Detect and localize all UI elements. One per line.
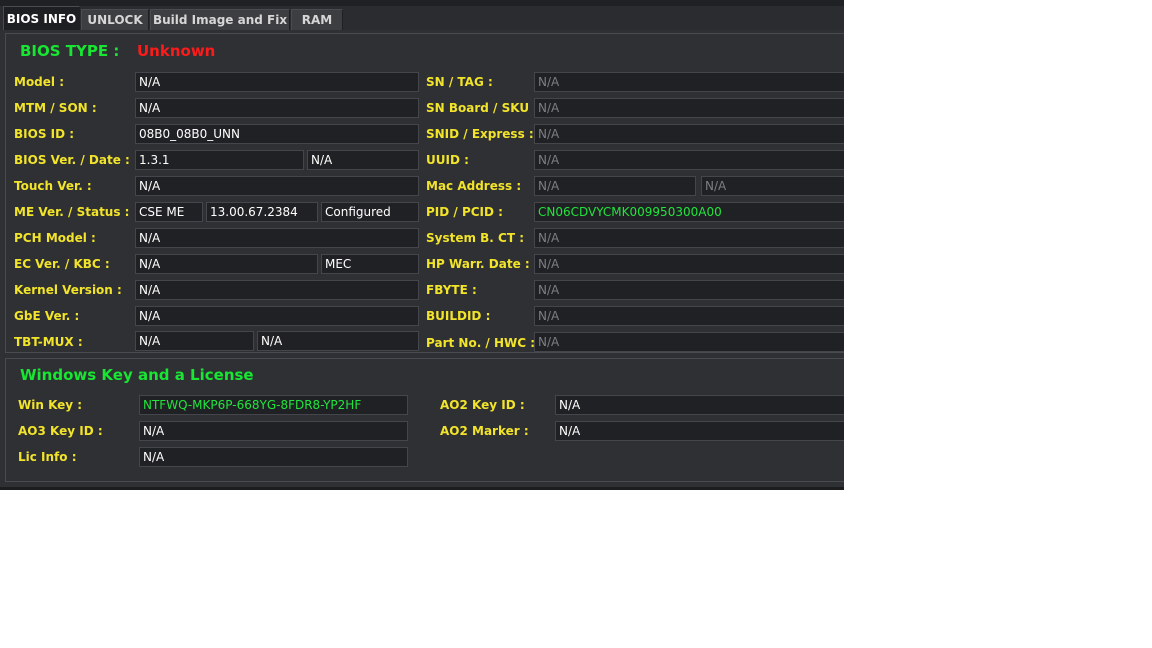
snid-express-field[interactable]: N/A: [534, 124, 844, 144]
part-no-hwc-label: Part No. / HWC :: [426, 336, 536, 350]
sn-tag-label: SN / TAG :: [426, 75, 493, 89]
sn-tag-field[interactable]: N/A: [534, 72, 844, 92]
mtm-son-field[interactable]: N/A: [135, 98, 419, 118]
bottom-border: [0, 487, 844, 490]
mtm-son-label: MTM / SON :: [14, 101, 97, 115]
ao3-key-id-label: AO3 Key ID :: [18, 424, 103, 438]
touch-ver-label: Touch Ver. :: [14, 179, 92, 193]
system-b-ct-label: System B. CT :: [426, 231, 525, 245]
part-no-hwc-field[interactable]: N/A: [534, 332, 844, 352]
uuid-field[interactable]: N/A: [534, 150, 844, 170]
ao2-marker-field[interactable]: N/A: [555, 421, 844, 441]
bios-ver-date-label: BIOS Ver. / Date :: [14, 153, 130, 167]
app-window: BIOS INFO UNLOCK Build Image and Fix RAM…: [0, 0, 844, 490]
kernel-version-label: Kernel Version :: [14, 283, 122, 297]
kernel-version-field[interactable]: N/A: [135, 280, 419, 300]
mac-address-label: Mac Address :: [426, 179, 522, 193]
gbe-ver-label: GbE Ver. :: [14, 309, 80, 323]
sn-board-sku-field[interactable]: N/A: [534, 98, 844, 118]
model-field[interactable]: N/A: [135, 72, 419, 92]
lic-info-label: Lic Info :: [18, 450, 77, 464]
tab-bar: BIOS INFO UNLOCK Build Image and Fix RAM: [0, 6, 844, 30]
pid-pcid-label: PID / PCID :: [426, 205, 503, 219]
kbc-field[interactable]: MEC: [321, 254, 419, 274]
snid-express-label: SNID / Express :: [426, 127, 534, 141]
tab-unlock[interactable]: UNLOCK: [81, 9, 149, 30]
mac-address-field-2[interactable]: N/A: [701, 176, 844, 196]
bios-id-field[interactable]: 08B0_08B0_UNN: [135, 124, 419, 144]
tab-bios-info[interactable]: BIOS INFO: [3, 6, 80, 30]
me-ver-status-label: ME Ver. / Status :: [14, 205, 130, 219]
me-status-field[interactable]: Configured: [321, 202, 419, 222]
model-label: Model :: [14, 75, 65, 89]
pch-model-field[interactable]: N/A: [135, 228, 419, 248]
ec-version-field[interactable]: N/A: [135, 254, 318, 274]
ao2-marker-label: AO2 Marker :: [440, 424, 529, 438]
hp-warr-date-label: HP Warr. Date :: [426, 257, 530, 271]
bios-type-label: BIOS TYPE :: [20, 42, 120, 60]
buildid-label: BUILDID :: [426, 309, 491, 323]
buildid-field[interactable]: N/A: [534, 306, 844, 326]
ec-ver-kbc-label: EC Ver. / KBC :: [14, 257, 110, 271]
gbe-ver-field[interactable]: N/A: [135, 306, 419, 326]
win-key-label: Win Key :: [18, 398, 83, 412]
mux-field[interactable]: N/A: [257, 331, 419, 351]
bios-id-label: BIOS ID :: [14, 127, 75, 141]
tbt-field[interactable]: N/A: [135, 331, 254, 351]
tab-build-image-and-fix[interactable]: Build Image and Fix: [150, 9, 290, 30]
bios-type-value: Unknown: [137, 42, 216, 60]
ao3-key-id-field[interactable]: N/A: [139, 421, 408, 441]
win-key-field[interactable]: NTFWQ-MKP6P-668YG-8FDR8-YP2HF: [139, 395, 408, 415]
lic-info-field[interactable]: N/A: [139, 447, 408, 467]
tbt-mux-label: TBT-MUX :: [14, 335, 83, 349]
pid-pcid-field[interactable]: CN06CDVYCMK009950300A00: [534, 202, 844, 222]
sn-board-sku-label: SN Board / SKU :: [426, 101, 539, 115]
fbyte-label: FBYTE :: [426, 283, 477, 297]
fbyte-field[interactable]: N/A: [534, 280, 844, 300]
ao2-key-id-field[interactable]: N/A: [555, 395, 844, 415]
bios-date-field[interactable]: N/A: [307, 150, 419, 170]
bios-version-field[interactable]: 1.3.1: [135, 150, 304, 170]
me-type-field[interactable]: CSE ME: [135, 202, 203, 222]
uuid-label: UUID :: [426, 153, 469, 167]
pch-model-label: PCH Model :: [14, 231, 96, 245]
tab-ram[interactable]: RAM: [291, 9, 343, 30]
touch-ver-field[interactable]: N/A: [135, 176, 419, 196]
ao2-key-id-label: AO2 Key ID :: [440, 398, 525, 412]
windows-key-title: Windows Key and a License: [20, 366, 254, 384]
me-version-field[interactable]: 13.00.67.2384: [206, 202, 318, 222]
system-b-ct-field[interactable]: N/A: [534, 228, 844, 248]
mac-address-field-1[interactable]: N/A: [534, 176, 696, 196]
hp-warr-date-field[interactable]: N/A: [534, 254, 844, 274]
